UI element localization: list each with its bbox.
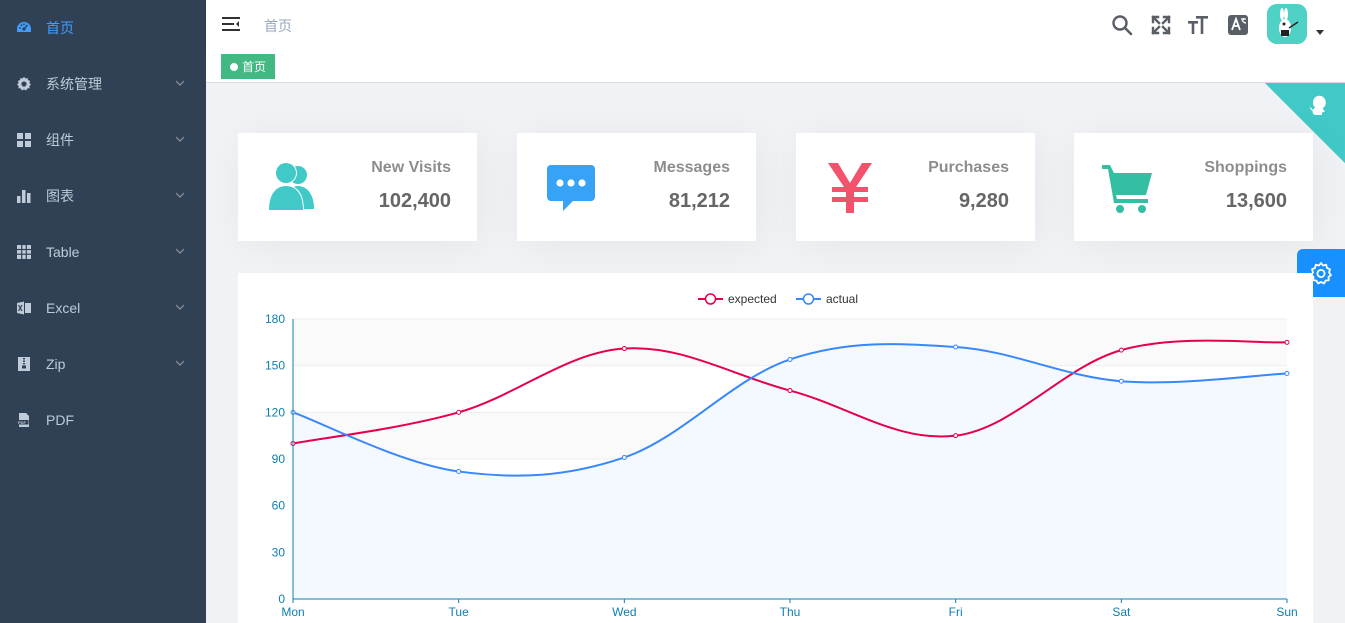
chevron-down-icon xyxy=(175,80,185,86)
table-icon xyxy=(16,244,32,260)
stat-panel[interactable]: Shoppings 13,600 xyxy=(1074,133,1313,241)
chevron-down-icon xyxy=(175,136,185,142)
x-tick-label: Tue xyxy=(449,605,470,619)
panel-text: Purchases 9,280 xyxy=(928,159,1009,211)
data-point xyxy=(456,468,462,474)
x-tick-label: Sun xyxy=(1276,605,1297,619)
data-point xyxy=(953,433,959,439)
data-point xyxy=(456,409,462,415)
hamburger-icon[interactable] xyxy=(222,15,240,33)
panel-value: 9,280 xyxy=(958,190,1009,212)
panel-label: Purchases xyxy=(928,159,1009,176)
chevron-down-icon xyxy=(175,248,185,254)
translate-icon[interactable] xyxy=(1227,14,1249,36)
chevron-down-icon xyxy=(175,192,185,198)
y-tick-label: 90 xyxy=(272,452,286,466)
line-chart: 0 30 60 90 120 150 180 Mon Tue Wed Thu Fri Sat Sun exp… xyxy=(265,292,1298,619)
panel-text: New Visits 102,400 xyxy=(371,159,451,211)
sidebar-item[interactable]: Zip xyxy=(0,336,206,392)
dashboard-icon xyxy=(16,20,32,36)
legend-label: expected xyxy=(728,292,777,306)
legend-label: actual xyxy=(826,292,858,306)
panel-label: New Visits xyxy=(371,159,451,176)
stat-panel[interactable]: Messages 81,212 xyxy=(517,133,756,241)
data-point xyxy=(953,344,959,350)
sidebar-item[interactable]: Table xyxy=(0,224,206,280)
panel-value: 81,212 xyxy=(668,190,730,212)
sidebar-item-label: PDF xyxy=(46,412,74,428)
sidebar-item[interactable]: 图表 xyxy=(0,168,206,224)
sidebar-item[interactable]: Excel xyxy=(0,280,206,336)
caret-down-icon[interactable] xyxy=(1316,30,1324,36)
panel-label: Messages xyxy=(653,159,731,176)
line-chart-card: 0 30 60 90 120 150 180 Mon Tue Wed Thu Fri Sat Sun exp… xyxy=(238,273,1313,623)
y-tick-label: 0 xyxy=(278,592,285,606)
tag-dashboard[interactable]: 首页 xyxy=(221,54,276,79)
tag-label: 首页 xyxy=(242,60,267,74)
font-size-icon[interactable] xyxy=(1187,14,1209,36)
data-point xyxy=(787,388,793,394)
components-icon xyxy=(16,132,32,148)
legend-marker xyxy=(802,293,815,305)
chevron-down-icon xyxy=(175,304,185,310)
sidebar-item[interactable]: 组件 xyxy=(0,112,206,168)
data-point xyxy=(1118,378,1124,384)
y-tick-label: 120 xyxy=(265,405,285,419)
x-tick-label: Fri xyxy=(949,605,963,619)
y-tick-label: 30 xyxy=(272,545,286,559)
svg-text:PDF: PDF xyxy=(18,420,27,425)
sidebar-item[interactable]: PDF PDF xyxy=(0,392,206,448)
avatar[interactable] xyxy=(1267,4,1307,44)
sidebar-item[interactable]: 首页 xyxy=(0,0,206,56)
stat-panel[interactable]: New Visits 102,400 xyxy=(238,133,477,241)
y-tick-label: 150 xyxy=(265,359,285,373)
data-point xyxy=(1284,370,1290,376)
money-icon xyxy=(822,159,878,215)
tags-view: 首页 xyxy=(206,50,1345,83)
sidebar-item-label: 组件 xyxy=(46,132,74,148)
chevron-down-icon xyxy=(175,360,185,366)
sidebar-item-label: 图表 xyxy=(46,188,74,204)
shopping-cart-icon xyxy=(1100,159,1156,215)
message-icon xyxy=(543,159,599,215)
panel-text: Shoppings 13,600 xyxy=(1204,159,1287,211)
sidebar-item-label: Zip xyxy=(46,356,66,372)
tag-active-dot xyxy=(230,62,238,71)
x-tick-label: Mon xyxy=(281,605,304,619)
panel-text: Messages 81,212 xyxy=(654,159,731,211)
people-icon xyxy=(264,159,320,215)
zip-icon xyxy=(16,356,32,372)
panel-label: Shoppings xyxy=(1204,159,1287,176)
excel-icon xyxy=(16,300,32,316)
x-tick-label: Sat xyxy=(1112,605,1131,619)
data-point xyxy=(787,356,793,362)
sidebar-item-label: Excel xyxy=(46,300,81,316)
x-tick-label: Wed xyxy=(612,605,636,619)
x-tick-label: Thu xyxy=(780,605,801,619)
sidebar: 首页系统管理组件图表 Table Excel Zip PDF PDF xyxy=(0,0,206,623)
y-tick-label: 180 xyxy=(265,312,285,326)
bar-chart-icon xyxy=(16,188,32,204)
panel-value: 13,600 xyxy=(1225,190,1287,212)
sidebar-item[interactable]: 系统管理 xyxy=(0,56,206,112)
data-point xyxy=(1118,347,1124,353)
sidebar-item-label: 首页 xyxy=(46,20,74,36)
y-tick-label: 60 xyxy=(272,499,286,513)
fullscreen-icon[interactable] xyxy=(1150,14,1172,36)
pdf-icon: PDF xyxy=(16,412,32,428)
data-point xyxy=(1284,339,1290,345)
navbar: 首页 xyxy=(206,0,1345,50)
sidebar-item-label: 系统管理 xyxy=(46,76,102,92)
search-icon[interactable] xyxy=(1111,14,1133,36)
panel-value: 102,400 xyxy=(378,190,451,212)
sidebar-item-label: Table xyxy=(46,244,80,260)
gear-icon xyxy=(16,76,32,92)
data-point xyxy=(621,346,627,352)
legend-marker xyxy=(704,293,717,305)
data-point xyxy=(621,454,627,460)
breadcrumb[interactable]: 首页 xyxy=(264,16,292,36)
stat-panel[interactable]: Purchases 9,280 xyxy=(796,133,1035,241)
